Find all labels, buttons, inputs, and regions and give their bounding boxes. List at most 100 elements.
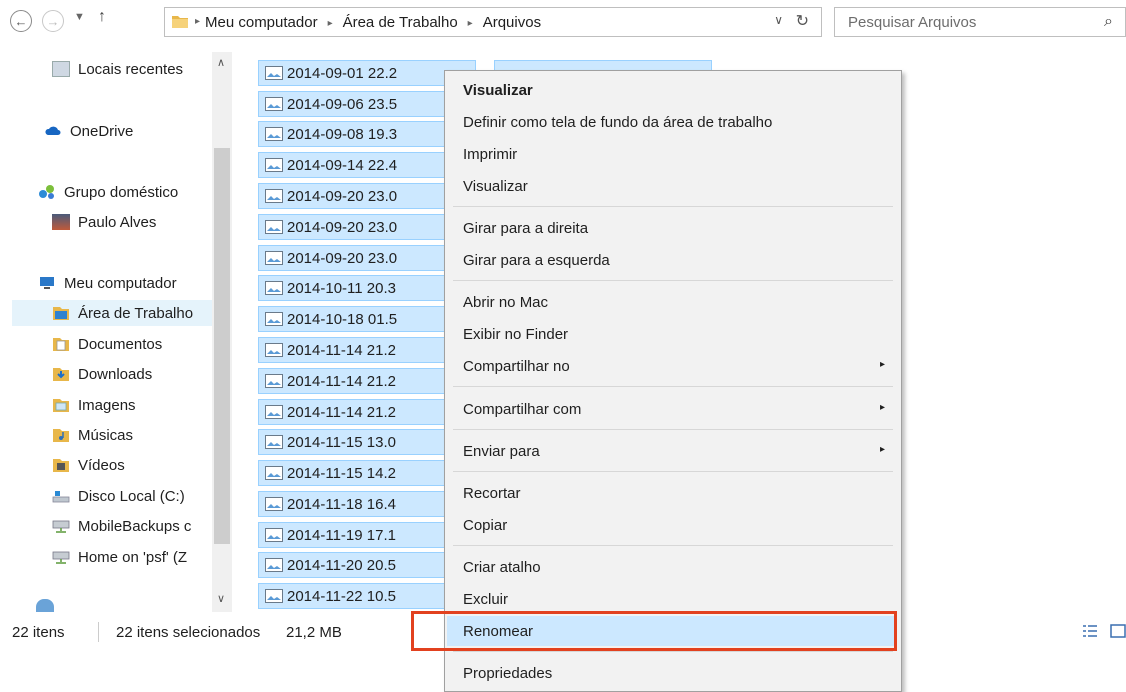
recent-locations-chevron-icon[interactable]: ▼ xyxy=(74,11,85,23)
menu-item-copy[interactable]: Copiar xyxy=(447,510,897,540)
menu-item-print[interactable]: Imprimir xyxy=(447,139,897,169)
menu-item-rotate-right[interactable]: Girar para a direita xyxy=(447,213,897,243)
homegroup-icon xyxy=(39,185,54,199)
image-file-icon xyxy=(265,158,283,172)
file-name: 2014-09-08 19.3 xyxy=(287,125,398,143)
nav-item-pictures[interactable]: Imagens xyxy=(52,392,136,418)
nav-item-desktop[interactable]: Área de Trabalho xyxy=(12,300,212,326)
context-menu: Visualizar Definir como tela de fundo da… xyxy=(444,70,902,692)
menu-separator xyxy=(453,386,893,387)
file-name: 2014-11-14 21.2 xyxy=(287,372,396,390)
image-file-icon xyxy=(265,405,283,419)
menu-item-cut[interactable]: Recortar xyxy=(447,478,897,508)
nav-item-documents[interactable]: Documentos xyxy=(52,331,162,357)
menu-item-share-on[interactable]: Compartilhar no ▸ xyxy=(447,351,897,381)
file-name: 2014-10-18 01.5 xyxy=(287,310,398,328)
search-icon[interactable]: ⌕ xyxy=(1104,13,1113,31)
nav-item-label: Área de Trabalho xyxy=(78,304,194,322)
scrollbar-thumb[interactable] xyxy=(214,148,230,544)
nav-item-local-disk[interactable]: Disco Local (C:) xyxy=(52,483,185,509)
image-file-icon xyxy=(265,497,283,511)
menu-item-open-in-mac[interactable]: Abrir no Mac xyxy=(447,287,897,317)
submenu-arrow-icon: ▸ xyxy=(879,402,885,413)
up-button[interactable]: ↑ xyxy=(98,8,106,26)
menu-item-set-wallpaper[interactable]: Definir como tela de fundo da área de tr… xyxy=(447,107,897,137)
nav-item-label: Documentos xyxy=(78,335,163,353)
breadcrumb-item[interactable]: Meu computador xyxy=(205,14,318,31)
file-name: 2014-11-14 21.2 xyxy=(287,341,396,359)
image-file-icon xyxy=(265,466,283,480)
image-file-icon xyxy=(265,127,283,141)
file-name: 2014-09-14 22.4 xyxy=(287,156,398,174)
breadcrumb-separator-icon[interactable]: ▸ xyxy=(468,18,473,29)
image-file-icon xyxy=(265,589,283,603)
file-name: 2014-09-20 23.0 xyxy=(287,187,398,205)
nav-item-user[interactable]: Paulo Alves xyxy=(52,209,156,235)
scroll-up-icon[interactable]: ∧ xyxy=(217,56,225,69)
navigation-pane: Locais recentes OneDrive Grupo doméstico… xyxy=(0,52,236,612)
breadcrumb-item[interactable]: Área de Trabalho xyxy=(343,14,458,31)
address-dropdown-icon[interactable]: ∨ xyxy=(774,13,783,27)
nav-scrollbar[interactable]: ∧ ∨ xyxy=(212,52,232,612)
nav-item-home-psf[interactable]: Home on 'psf' (Z xyxy=(52,544,187,570)
nav-item-label: Grupo doméstico xyxy=(64,183,179,201)
address-bar[interactable]: ▸ Meu computador ▸ Área de Trabalho ▸ Arquiv… xyxy=(164,7,822,37)
image-file-icon xyxy=(265,251,283,265)
nav-item-network-partial[interactable] xyxy=(36,594,62,612)
breadcrumb-root-chevron-icon[interactable]: ▸ xyxy=(195,16,200,27)
menu-item-send-to[interactable]: Enviar para ▸ xyxy=(447,436,897,466)
nav-item-homegroup[interactable]: Grupo doméstico xyxy=(38,179,178,205)
file-name: 2014-11-14 21.2 xyxy=(287,403,396,421)
selection-info: 22 itens selecionados xyxy=(116,624,261,641)
breadcrumb: Meu computador ▸ Área de Trabalho ▸ Arquivos xyxy=(205,14,541,31)
breadcrumb-separator-icon[interactable]: ▸ xyxy=(328,18,333,29)
address-toolbar: ← → ▼ ↑ ▸ Meu computador ▸ Área de Trabalh… xyxy=(0,0,1126,52)
search-placeholder: Pesquisar Arquivos xyxy=(848,14,977,31)
menu-item-delete[interactable]: Excluir xyxy=(447,584,897,614)
menu-item-view[interactable]: Visualizar xyxy=(447,171,897,201)
menu-item-share-with[interactable]: Compartilhar com ▸ xyxy=(447,394,897,424)
file-name: 2014-09-01 22.2 xyxy=(287,64,398,82)
nav-item-label: MobileBackups c xyxy=(78,517,192,535)
nav-item-recent[interactable]: Locais recentes xyxy=(52,56,183,82)
desktop-folder-icon xyxy=(53,307,69,320)
menu-separator xyxy=(453,651,893,652)
refresh-icon[interactable]: ↻ xyxy=(796,11,809,31)
nav-item-computer[interactable]: Meu computador xyxy=(38,270,177,296)
file-name: 2014-11-22 10.5 xyxy=(287,587,396,605)
details-view-icon[interactable] xyxy=(1082,623,1098,639)
file-name: 2014-11-18 16.4 xyxy=(287,495,396,513)
menu-separator xyxy=(453,280,893,281)
image-file-icon xyxy=(265,189,283,203)
submenu-arrow-icon: ▸ xyxy=(879,444,885,455)
menu-separator xyxy=(453,206,893,207)
nav-item-mobilebackups[interactable]: MobileBackups c xyxy=(52,513,191,539)
menu-item-rotate-left[interactable]: Girar para a esquerda xyxy=(447,245,897,275)
menu-item-preview[interactable]: Visualizar xyxy=(447,75,897,105)
network-drive-icon xyxy=(52,551,70,564)
music-folder-icon xyxy=(53,429,69,442)
file-name: 2014-11-15 13.0 xyxy=(287,433,396,451)
menu-item-properties[interactable]: Propriedades xyxy=(447,658,897,688)
file-name: 2014-09-20 23.0 xyxy=(287,218,398,236)
drive-icon xyxy=(52,491,70,503)
nav-item-label: Home on 'psf' (Z xyxy=(78,548,188,566)
breadcrumb-item[interactable]: Arquivos xyxy=(483,14,541,31)
file-name: 2014-09-06 23.5 xyxy=(287,95,398,113)
large-icons-view-icon[interactable] xyxy=(1110,623,1126,639)
menu-item-show-in-finder[interactable]: Exibir no Finder xyxy=(447,319,897,349)
menu-item-create-shortcut[interactable]: Criar atalho xyxy=(447,552,897,582)
file-name: 2014-11-20 20.5 xyxy=(287,556,396,574)
image-file-icon xyxy=(265,312,283,326)
nav-item-label: Imagens xyxy=(78,396,136,414)
nav-item-onedrive[interactable]: OneDrive xyxy=(44,118,133,144)
back-button[interactable]: ← xyxy=(10,10,32,32)
nav-item-music[interactable]: Músicas xyxy=(52,422,133,448)
scroll-down-icon[interactable]: ∨ xyxy=(217,592,225,605)
file-name: 2014-10-11 20.3 xyxy=(287,279,396,297)
nav-item-videos[interactable]: Vídeos xyxy=(52,452,125,478)
computer-icon xyxy=(40,277,54,289)
nav-item-downloads[interactable]: Downloads xyxy=(52,361,152,387)
search-input[interactable]: Pesquisar Arquivos ⌕ xyxy=(834,7,1126,37)
forward-button[interactable]: → xyxy=(42,10,64,32)
